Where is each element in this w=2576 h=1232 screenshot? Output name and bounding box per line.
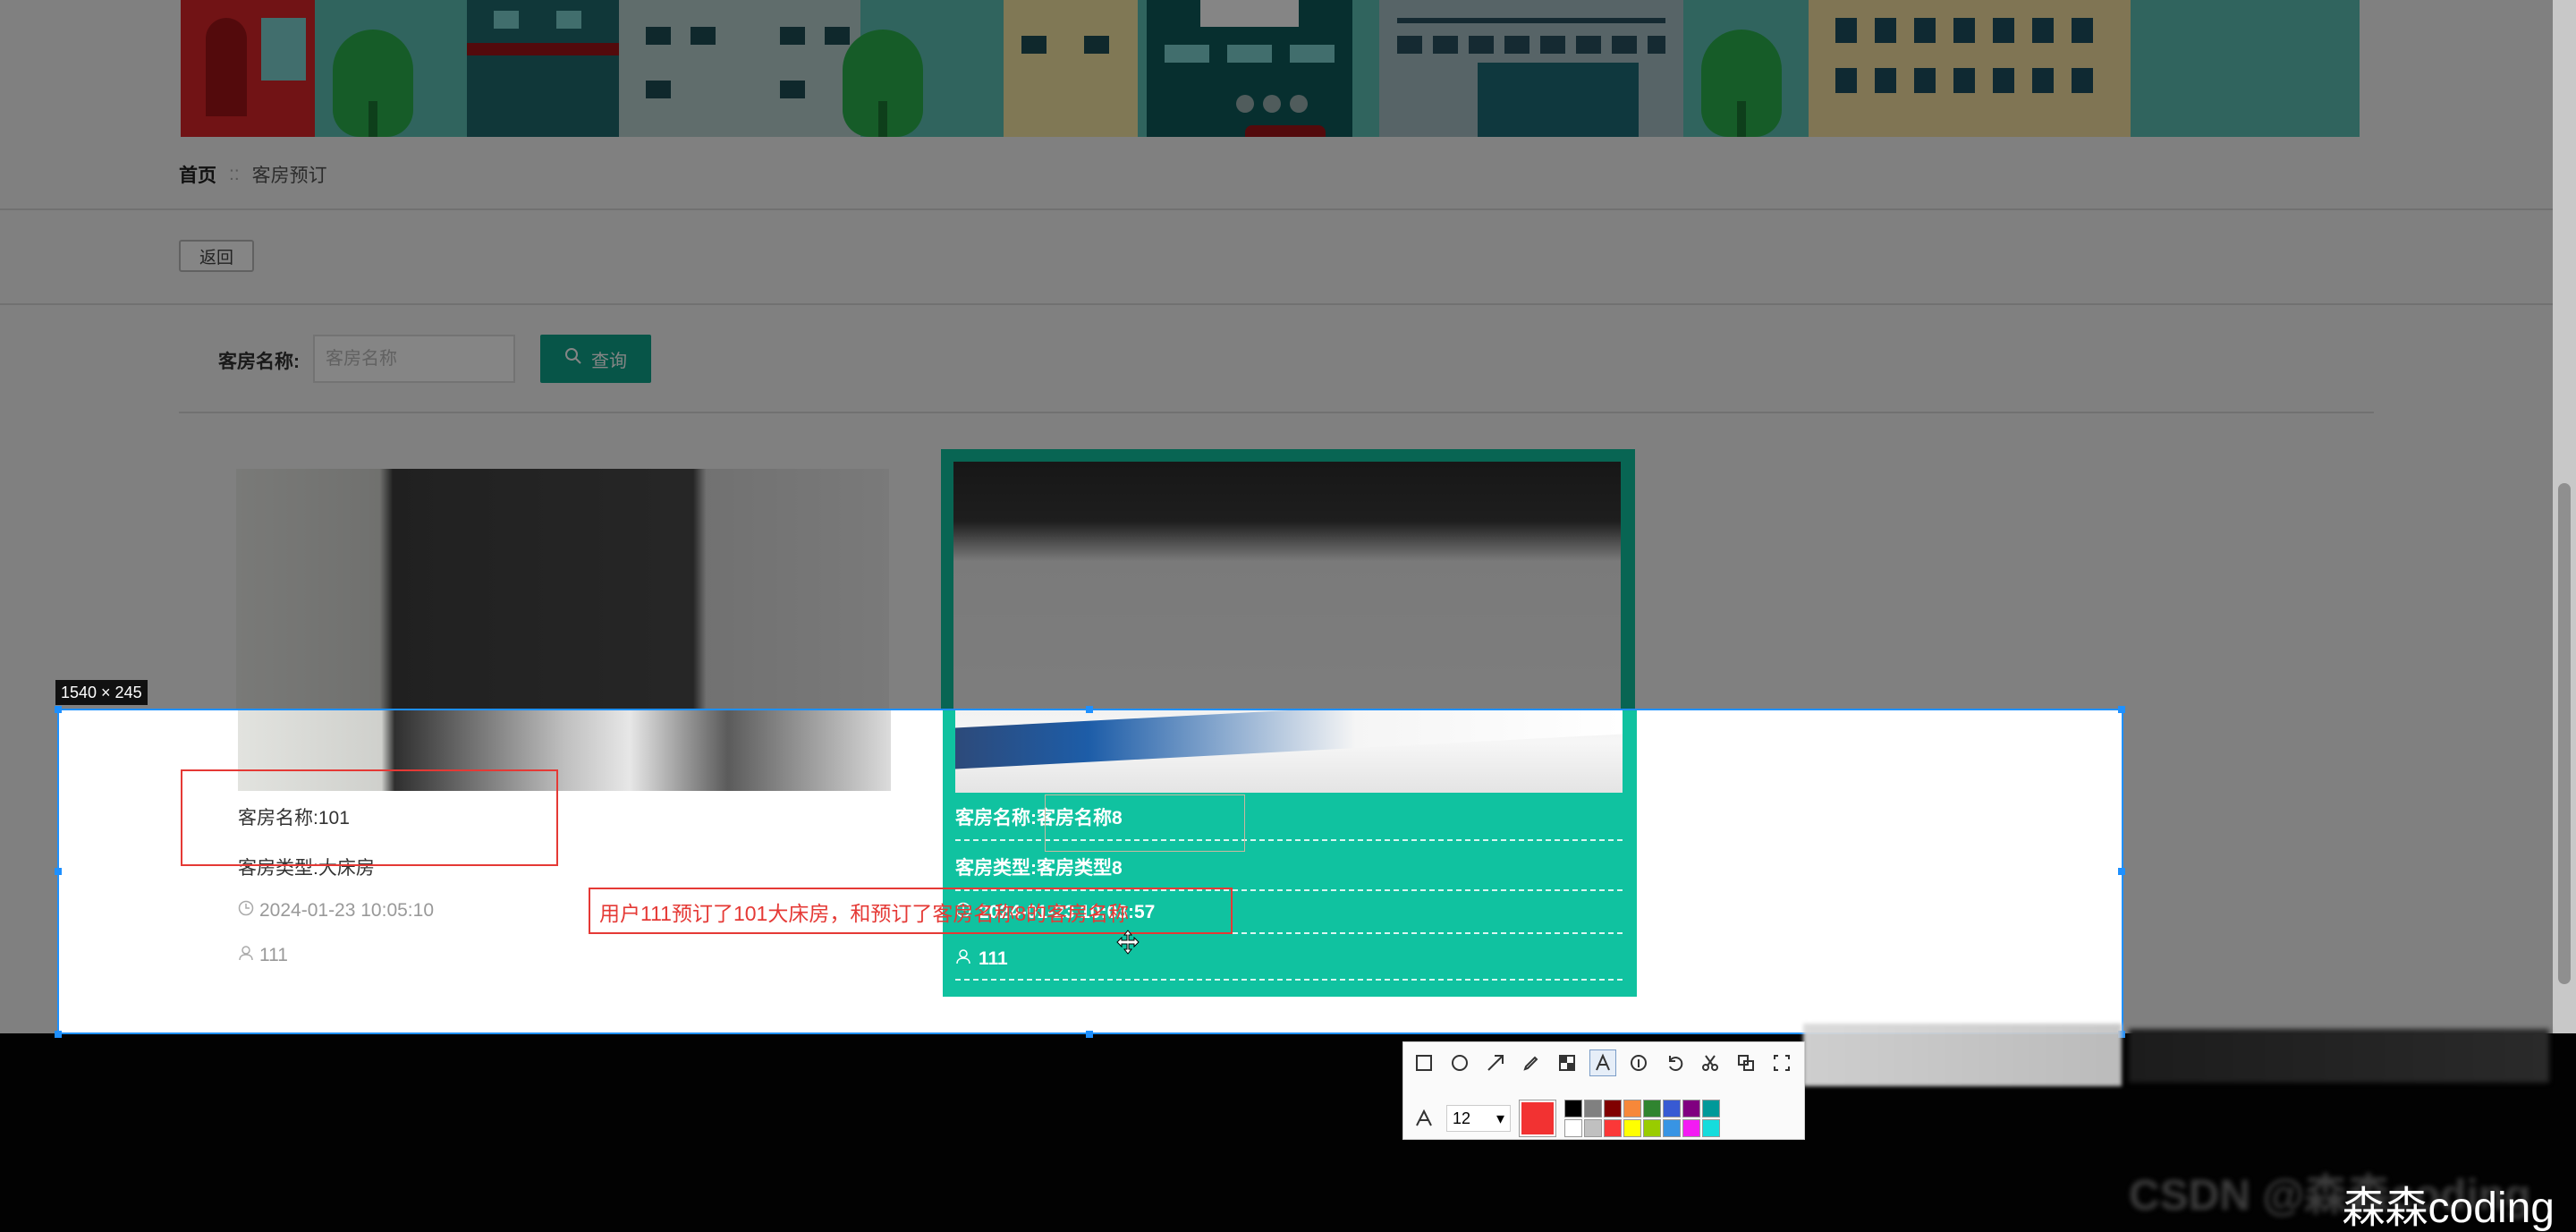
pin-icon[interactable] xyxy=(1733,1049,1759,1076)
search-button[interactable]: 查询 xyxy=(540,335,651,383)
scrollbar-thumb[interactable] xyxy=(2558,483,2571,984)
annotation-text[interactable]: 用户111预订了101大床房，和预订了客房名称8的客房名称 xyxy=(599,896,1129,927)
color-swatch[interactable] xyxy=(1702,1100,1720,1117)
move-cursor-icon xyxy=(1114,929,1141,960)
annotation-rectangle-faint[interactable] xyxy=(1045,794,1245,852)
resize-handle[interactable] xyxy=(1086,706,1093,713)
booking-time: 2024-01-23 10:05:10 xyxy=(238,900,434,922)
color-swatch[interactable] xyxy=(1643,1119,1661,1137)
cut-icon[interactable] xyxy=(1697,1049,1724,1076)
annotation-rectangle[interactable] xyxy=(181,769,558,866)
color-swatch[interactable] xyxy=(1623,1119,1641,1137)
breadcrumb-home[interactable]: 首页 xyxy=(179,161,216,188)
user-icon xyxy=(238,945,254,966)
resize-handle[interactable] xyxy=(55,1031,62,1038)
banner-illustration xyxy=(181,0,2360,137)
watermark: 森森coding xyxy=(2342,1185,2555,1232)
color-swatch[interactable] xyxy=(1623,1100,1641,1117)
booking-user-text: 111 xyxy=(979,948,1008,969)
color-swatch[interactable] xyxy=(1584,1119,1602,1137)
search-label: 客房名称: xyxy=(218,352,300,372)
divider xyxy=(0,208,2558,210)
color-swatch[interactable] xyxy=(1564,1100,1582,1117)
undo-icon[interactable] xyxy=(1661,1049,1688,1076)
color-swatch[interactable] xyxy=(1682,1100,1700,1117)
room-photo xyxy=(955,710,1623,793)
resize-handle[interactable] xyxy=(55,868,62,875)
divider xyxy=(0,303,2558,305)
user-icon xyxy=(955,948,971,970)
ellipse-tool-icon[interactable] xyxy=(1446,1049,1473,1076)
font-icon xyxy=(1411,1105,1437,1132)
ocr-icon[interactable] xyxy=(1768,1049,1795,1076)
color-swatch[interactable] xyxy=(1682,1119,1700,1137)
divider xyxy=(179,412,2374,413)
text-tool-icon[interactable] xyxy=(1589,1049,1616,1076)
color-swatch[interactable] xyxy=(1643,1100,1661,1117)
color-swatch[interactable] xyxy=(1663,1100,1681,1117)
color-swatch[interactable] xyxy=(1663,1119,1681,1137)
search-icon xyxy=(564,347,582,370)
color-swatch[interactable] xyxy=(1564,1119,1582,1137)
rectangle-tool-icon[interactable] xyxy=(1411,1049,1437,1076)
screenshot-selection[interactable]: 客房名称:101 客房类型:大床房 2024-01-23 10:05:10 11… xyxy=(57,709,2123,1034)
room-card-hovered[interactable]: 客房名称:客房名称8 客房类型:客房类型8 2024-01-23 10:03:5… xyxy=(943,710,1637,997)
screenshot-toolbar: 12 ▾ xyxy=(1402,1041,1805,1140)
resize-handle[interactable] xyxy=(1086,1031,1093,1038)
arrow-tool-icon[interactable] xyxy=(1482,1049,1509,1076)
breadcrumb: 首页 :: 客房预订 xyxy=(179,161,327,188)
number-tool-icon[interactable] xyxy=(1625,1049,1652,1076)
booking-user: 111 xyxy=(238,945,288,966)
search-button-label: 查询 xyxy=(591,351,627,371)
font-size-select[interactable]: 12 ▾ xyxy=(1446,1105,1511,1132)
selection-size-label: 1540 × 245 xyxy=(55,680,148,705)
resize-handle[interactable] xyxy=(2118,706,2125,713)
mosaic-tool-icon[interactable] xyxy=(1554,1049,1580,1076)
page-scrollbar[interactable] xyxy=(2553,0,2576,1033)
back-button[interactable]: 返回 xyxy=(179,240,254,272)
breadcrumb-separator: :: xyxy=(229,164,240,184)
red-house xyxy=(181,0,315,137)
breadcrumb-current: 客房预订 xyxy=(251,166,327,186)
booking-user-text: 111 xyxy=(259,945,288,965)
chevron-down-icon: ▾ xyxy=(1496,1109,1504,1127)
room-type: 客房类型:客房类型8 xyxy=(955,854,1623,891)
color-swatch[interactable] xyxy=(1702,1119,1720,1137)
clock-icon xyxy=(238,900,254,922)
booking-user: 111 xyxy=(955,948,1623,981)
pen-tool-icon[interactable] xyxy=(1518,1049,1545,1076)
room-name-search-input[interactable] xyxy=(313,335,515,383)
blurred-region xyxy=(1803,1024,2122,1086)
resize-handle[interactable] xyxy=(55,706,62,713)
color-swatch[interactable] xyxy=(1584,1100,1602,1117)
color-swatch[interactable] xyxy=(1604,1100,1622,1117)
blurred-region xyxy=(2129,1029,2549,1083)
font-size-value: 12 xyxy=(1453,1109,1471,1127)
booking-time-text: 2024-01-23 10:05:10 xyxy=(259,900,434,921)
color-swatch[interactable] xyxy=(1604,1119,1622,1137)
color-palette xyxy=(1564,1100,1720,1137)
current-color-swatch[interactable] xyxy=(1520,1100,1555,1136)
resize-handle[interactable] xyxy=(2118,868,2125,875)
dark-building xyxy=(467,0,619,137)
